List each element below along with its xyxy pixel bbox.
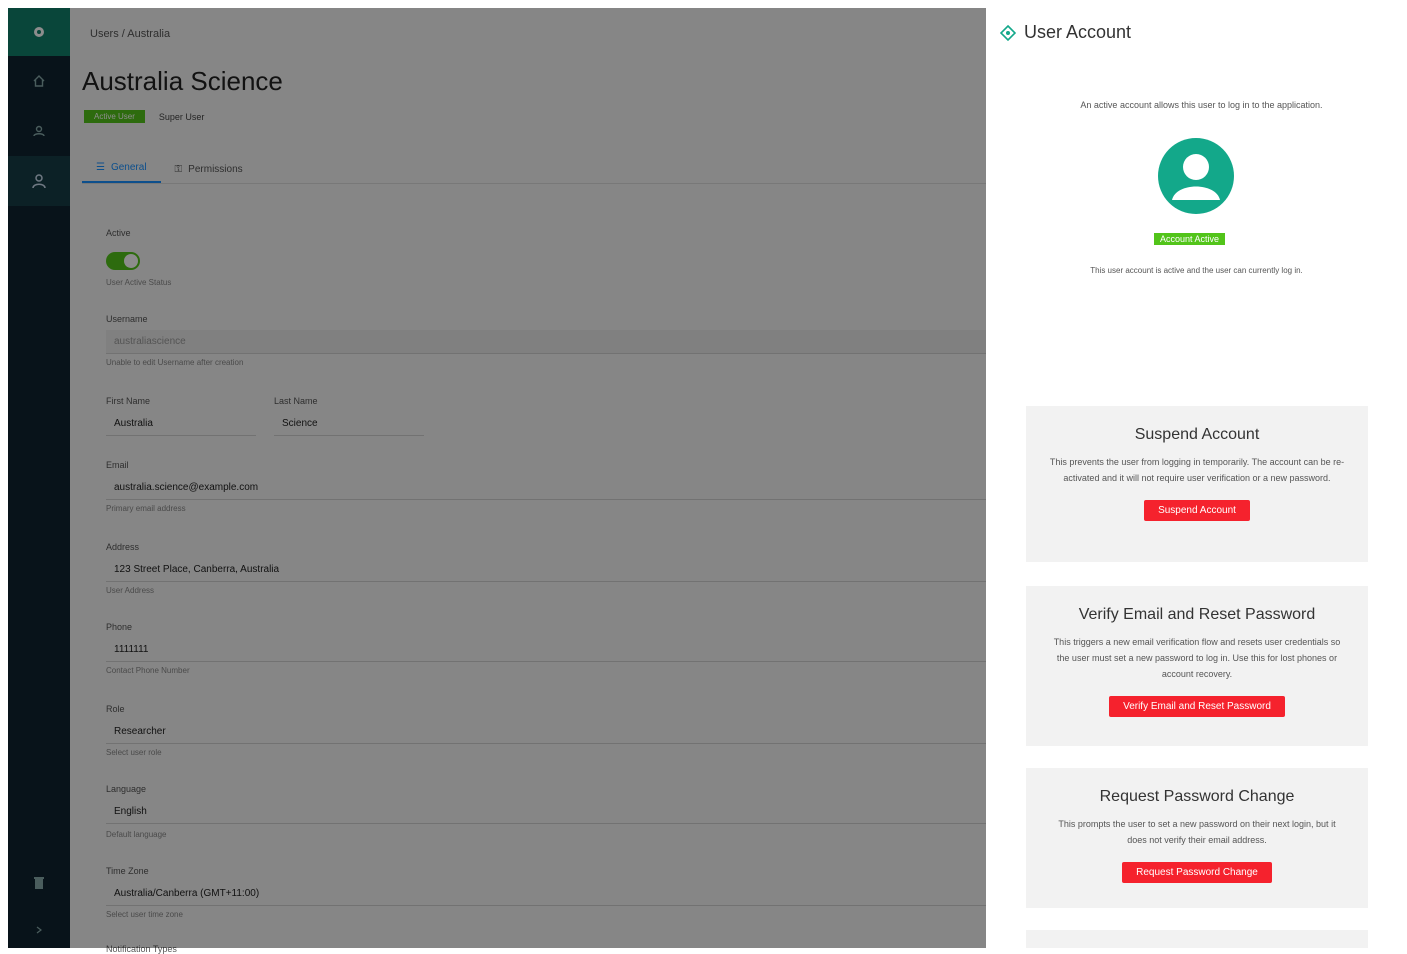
user-account-drawer: User Account An active account allows th…: [986, 0, 1407, 948]
drawer-title: User Account: [1024, 22, 1132, 42]
drawer-backdrop[interactable]: [8, 8, 986, 948]
card-title: Request Password Change: [1099, 788, 1295, 805]
card-description: This prevents the user from logging in t…: [1049, 457, 1345, 483]
account-status-note: This user account is active and the user…: [1090, 266, 1303, 275]
verify-email-reset-password-button[interactable]: Verify Email and Reset Password: [1109, 696, 1285, 717]
app-root: Users / Australia Australia Science Acti…: [0, 0, 1407, 954]
card-description: This prompts the user to set a new passw…: [1058, 819, 1336, 845]
card-description: This triggers a new email verification f…: [1053, 637, 1341, 679]
next-card-edge: [1026, 930, 1368, 948]
suspend-account-card: Suspend Account This prevents the user f…: [1026, 406, 1368, 562]
suspend-account-button[interactable]: Suspend Account: [1144, 500, 1250, 521]
card-title: Verify Email and Reset Password: [1078, 606, 1316, 623]
drawer-intro: An active account allows this user to lo…: [1080, 100, 1323, 110]
card-title: Suspend Account: [1134, 426, 1260, 443]
request-password-change-button[interactable]: Request Password Change: [1122, 862, 1272, 883]
drawer-header: User Account: [1000, 22, 1131, 43]
verify-email-card: Verify Email and Reset Password This tri…: [1026, 586, 1368, 746]
request-password-change-card: Request Password Change This prompts the…: [1026, 768, 1368, 908]
diamond-icon: [1000, 24, 1016, 41]
account-status-badge: Account Active: [1154, 233, 1226, 245]
avatar-user-icon: [1158, 138, 1234, 214]
